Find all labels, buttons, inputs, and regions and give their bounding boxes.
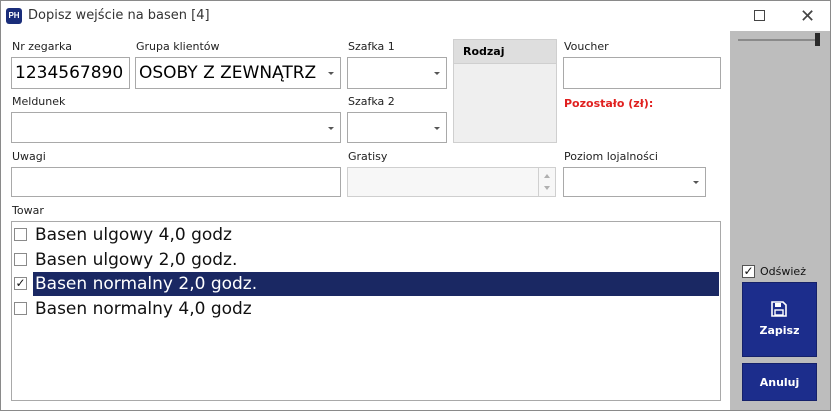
dialog-window: PH Dopisz wejście na basen [4] ✕ Nr zega…: [0, 0, 831, 411]
checkbox[interactable]: [14, 228, 27, 241]
list-item-label: Basen normalny 2,0 godz.: [33, 272, 719, 296]
refresh-checkbox[interactable]: ✓: [742, 264, 755, 278]
app-icon: PH: [6, 8, 22, 24]
save-icon: [771, 301, 787, 317]
nr-zegarka-input[interactable]: 1234567890: [11, 57, 130, 89]
close-button[interactable]: ✕: [785, 1, 830, 31]
poziom-lojalnosci-select[interactable]: [563, 167, 706, 197]
uwagi-label: Uwagi: [12, 150, 46, 163]
szafka2-select[interactable]: [347, 112, 447, 143]
towar-list[interactable]: Basen ulgowy 4,0 godz Basen ulgowy 2,0 g…: [11, 221, 721, 401]
refresh-label: Odśwież: [760, 264, 806, 278]
nr-zegarka-label: Nr zegarka: [12, 40, 72, 53]
rodzaj-header: Rodzaj: [454, 40, 556, 64]
arrow-down-icon[interactable]: [544, 186, 550, 190]
checkbox[interactable]: [14, 253, 27, 266]
gratisy-label: Gratisy: [348, 150, 388, 163]
arrow-up-icon[interactable]: [544, 174, 550, 178]
checkbox[interactable]: [14, 302, 27, 315]
list-item[interactable]: Basen ulgowy 4,0 godz: [13, 223, 719, 247]
pozostalo-label: Pozostało (zł):: [564, 97, 654, 110]
maximize-icon: [754, 10, 765, 22]
chevron-down-icon: [434, 126, 440, 130]
chevron-down-icon: [693, 181, 699, 184]
zoom-slider-handle[interactable]: [815, 33, 820, 46]
szafka1-select[interactable]: [347, 57, 447, 89]
zoom-slider-track[interactable]: [738, 39, 820, 41]
grupa-klientow-select[interactable]: OSOBY Z ZEWNĄTRZ: [135, 57, 341, 89]
save-button[interactable]: Zapisz: [742, 282, 817, 357]
title-bar: PH Dopisz wejście na basen [4] ✕: [1, 1, 830, 31]
rodzaj-panel[interactable]: Rodzaj: [453, 39, 557, 143]
close-icon: ✕: [799, 6, 816, 26]
meldunek-select[interactable]: [11, 112, 341, 143]
refresh-toggle[interactable]: ✓ Odśwież: [742, 264, 806, 278]
chevron-down-icon: [328, 126, 334, 130]
chevron-down-icon: [434, 72, 440, 75]
poziom-lojalnosci-label: Poziom lojalności: [564, 150, 658, 163]
maximize-button[interactable]: [737, 1, 782, 31]
uwagi-input[interactable]: [11, 167, 341, 197]
list-item[interactable]: Basen ulgowy 2,0 godz.: [13, 248, 719, 272]
cancel-button[interactable]: Anuluj: [742, 363, 817, 401]
voucher-label: Voucher: [564, 40, 609, 53]
checkbox[interactable]: ✓: [14, 277, 27, 290]
gratisy-stepper[interactable]: [347, 167, 556, 197]
list-item-label: Basen ulgowy 4,0 godz: [35, 225, 232, 245]
voucher-input[interactable]: [563, 57, 721, 89]
meldunek-label: Meldunek: [12, 95, 66, 108]
gratisy-spinner[interactable]: [538, 168, 555, 196]
list-item[interactable]: ✓ Basen normalny 2,0 godz.: [13, 272, 719, 296]
szafka1-label: Szafka 1: [348, 40, 395, 53]
grupa-klientow-value: OSOBY Z ZEWNĄTRZ: [139, 63, 317, 83]
list-item-label: Basen ulgowy 2,0 godz.: [35, 250, 238, 270]
szafka2-label: Szafka 2: [348, 95, 395, 108]
chevron-down-icon: [328, 72, 334, 75]
towar-label: Towar: [12, 204, 44, 217]
list-item[interactable]: Basen normalny 4,0 godz: [13, 297, 719, 321]
save-button-label: Zapisz: [759, 324, 800, 337]
action-sidebar: ✓ Odśwież Zapisz Anuluj: [730, 31, 830, 410]
cancel-button-label: Anuluj: [759, 376, 800, 389]
list-item-label: Basen normalny 4,0 godz: [35, 299, 252, 319]
grupa-klientow-label: Grupa klientów: [136, 40, 220, 53]
window-title: Dopisz wejście na basen [4]: [28, 8, 210, 23]
